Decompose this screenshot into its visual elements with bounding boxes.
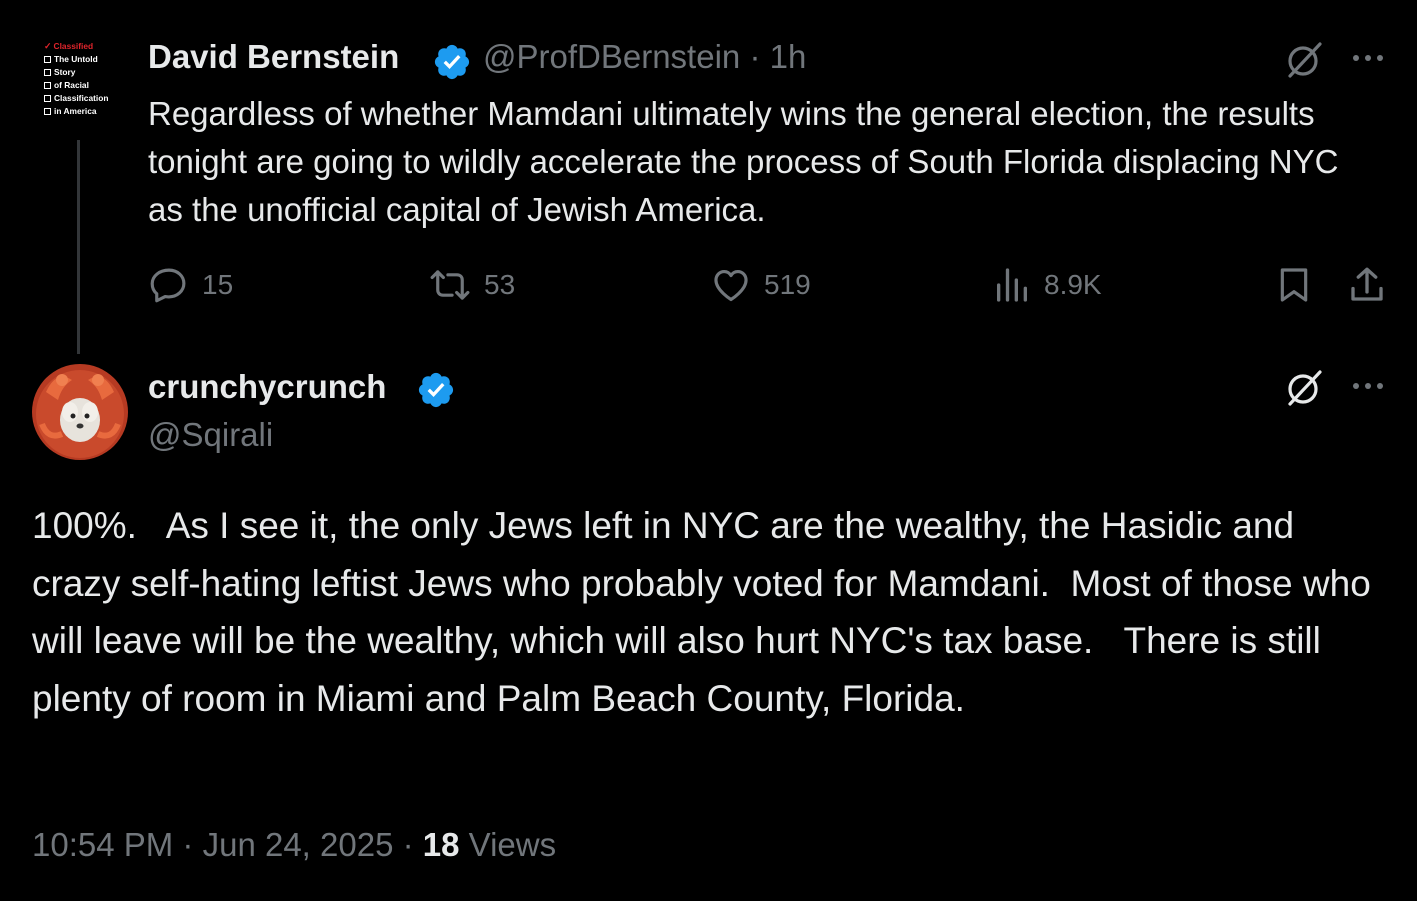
tweet-time[interactable]: 10:54 PM [32, 826, 173, 863]
checkbox-icon [44, 56, 51, 63]
parent-display-name[interactable]: David Bernstein [148, 38, 399, 76]
checkbox-icon [44, 108, 51, 115]
reply-handle[interactable]: @Sqirali [148, 416, 273, 454]
tweet-views-label: Views [468, 826, 557, 863]
grok-icon[interactable] [1282, 366, 1326, 410]
bookmark-button[interactable] [1274, 263, 1326, 307]
thread-connector-line [77, 140, 80, 354]
heart-icon [714, 269, 748, 302]
avatar-line: in America [54, 106, 97, 116]
avatar-line: Story [54, 67, 76, 77]
reply-icon [150, 268, 186, 303]
more-icon[interactable] [1350, 374, 1386, 398]
separator: · [182, 826, 194, 863]
more-icon[interactable] [1350, 46, 1386, 70]
repost-icon [430, 270, 470, 300]
reply-count: 15 [202, 269, 234, 300]
verified-badge-icon [416, 370, 456, 410]
parent-tweet-text: Regardless of whether Mamdani ultimately… [148, 95, 1339, 228]
bookmark-icon [1280, 268, 1308, 302]
avatar-line: Classification [54, 93, 109, 103]
verified-badge-icon [432, 42, 472, 82]
views-chart-icon [997, 268, 1027, 302]
grok-icon[interactable] [1282, 38, 1326, 82]
share-icon [1351, 267, 1383, 301]
parent-handle-time[interactable]: @ProfDBernstein · 1h [483, 38, 806, 76]
repost-count: 53 [484, 269, 516, 300]
like-button[interactable]: 519 [710, 263, 811, 307]
parent-avatar[interactable]: ✓ Classified The Untold Story of Racial … [40, 40, 124, 124]
tweet-metadata: 10:54 PM · Jun 24, 2025 · 18 Views [32, 826, 556, 864]
tweet-views-count: 18 [422, 826, 460, 863]
parent-handle[interactable]: @ProfDBernstein [483, 38, 740, 75]
reply-avatar[interactable] [32, 364, 128, 460]
checkbox-icon [44, 95, 51, 102]
tweet-date[interactable]: Jun 24, 2025 [203, 826, 394, 863]
views-count: 8.9K [1044, 269, 1102, 300]
like-count: 519 [764, 269, 811, 300]
avatar-line: of Racial [54, 80, 89, 90]
checkmark-icon: ✓ [44, 41, 52, 51]
parent-time-ago[interactable]: 1h [770, 38, 807, 75]
reply-tweet-text: 100%. As I see it, the only Jews left in… [32, 505, 1382, 719]
checkbox-icon [44, 69, 51, 76]
separator: · [402, 826, 414, 863]
repost-button[interactable]: 53 [428, 263, 515, 307]
reply-display-name[interactable]: crunchycrunch [148, 368, 386, 406]
share-button[interactable] [1346, 263, 1400, 307]
separator: · [749, 38, 761, 75]
avatar-classified-text: Classified [53, 41, 94, 51]
reply-button[interactable]: 15 [148, 263, 233, 307]
avatar-line: The Untold [54, 54, 98, 64]
checkbox-icon [44, 82, 51, 89]
views-button[interactable]: 8.9K [992, 263, 1102, 307]
